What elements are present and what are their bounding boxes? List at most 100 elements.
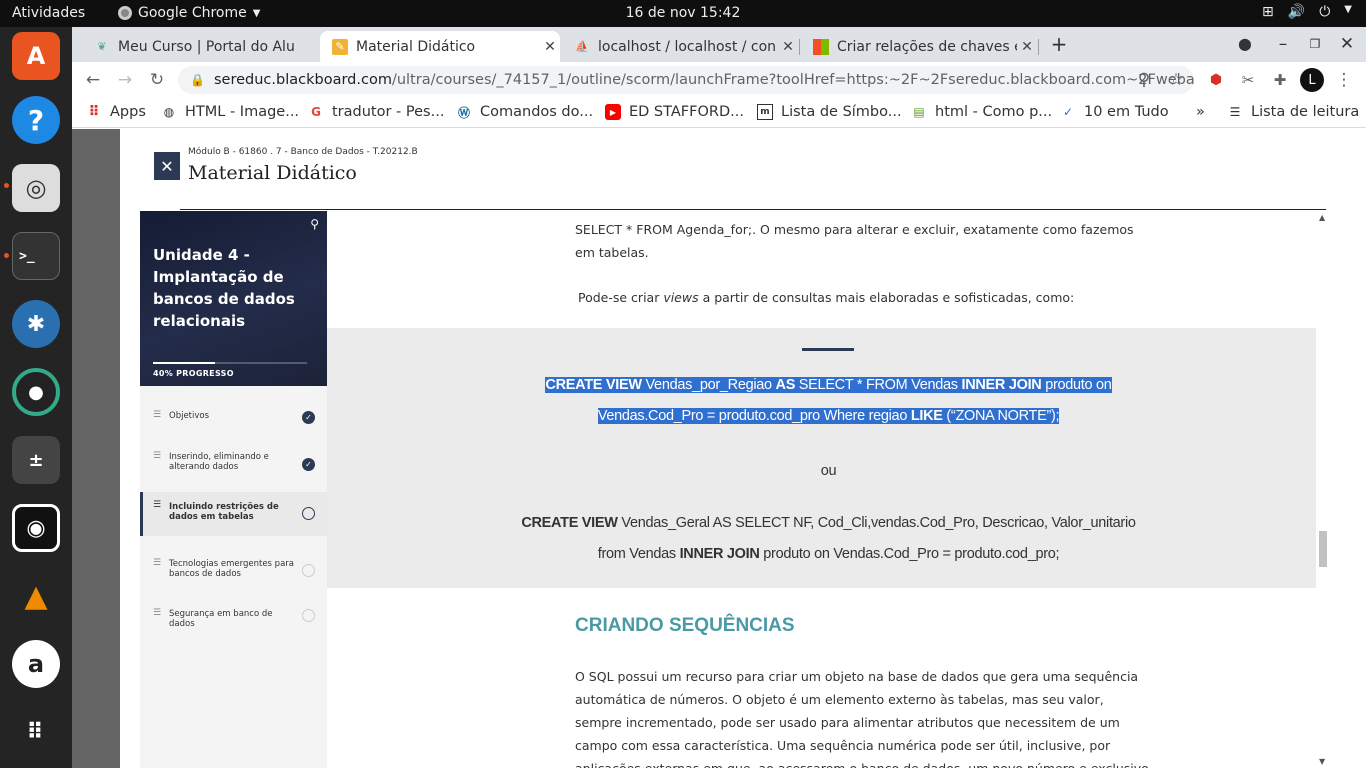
- phpmyadmin-icon: ⛵: [575, 40, 589, 53]
- unit-banner: ⚲ Unidade 4 - Implantação de bancos de d…: [140, 211, 327, 386]
- bookmark-label: Comandos do...: [480, 104, 594, 120]
- paragraph-line: campo com essa característica. Uma sequê…: [575, 738, 1111, 753]
- search-icon[interactable]: ⚲: [310, 217, 319, 231]
- url-host: sereduc.blackboard.com: [214, 72, 392, 88]
- close-tab-icon[interactable]: ✕: [540, 39, 560, 55]
- scrollbar-thumb[interactable]: [1319, 531, 1327, 567]
- forward-icon[interactable]: →: [113, 68, 137, 92]
- extension-icon[interactable]: ✂: [1236, 68, 1260, 92]
- bookmark-label: tradutor - Pes...: [332, 104, 445, 120]
- material-modal: ✕ Módulo B - 61860 . 7 - Banco de Dados …: [120, 129, 1366, 768]
- modal-header: ✕ Módulo B - 61860 . 7 - Banco de Dados …: [120, 129, 1366, 210]
- minimize-icon[interactable]: –: [1271, 32, 1295, 56]
- or-separator: ou: [820, 463, 837, 479]
- workspace-icon[interactable]: ✱: [12, 300, 60, 348]
- sql-keyword: CREATE VIEW: [545, 377, 642, 393]
- bookmark-apps[interactable]: ⠿ Apps: [86, 104, 146, 120]
- shield-extension-icon[interactable]: ⬢: [1204, 68, 1228, 92]
- sidebar-item-tecnologias[interactable]: ☰ Tecnologias emergentes para bancos de …: [140, 554, 327, 600]
- show-apps-icon[interactable]: ⠿: [12, 708, 60, 756]
- tab-search-icon[interactable]: ⬤: [1233, 32, 1257, 56]
- more-menu-icon[interactable]: ⋮: [1332, 68, 1356, 92]
- maximize-icon[interactable]: ❐: [1303, 32, 1327, 56]
- amazon-icon[interactable]: a: [12, 640, 60, 688]
- camera-icon[interactable]: ◉: [12, 504, 60, 552]
- progress-bar: [153, 362, 307, 364]
- lesson-sidebar: ⚲ Unidade 4 - Implantação de bancos de d…: [140, 211, 327, 768]
- bookmark-lista-simbolos[interactable]: m Lista de Símbo...: [757, 104, 902, 120]
- bookmark-ed-stafford[interactable]: ▶ ED STAFFORD...: [605, 104, 744, 120]
- lesson-content: SELECT * FROM Agenda_for;. O mesmo para …: [327, 211, 1330, 768]
- scroll-down-icon[interactable]: ▼: [1319, 757, 1325, 766]
- bookmark-html-image[interactable]: ◍ HTML - Image...: [161, 104, 299, 120]
- new-tab-icon[interactable]: +: [1047, 32, 1071, 56]
- sidebar-item-inserindo[interactable]: ☰ Inserindo, eliminando e alterando dado…: [140, 447, 327, 493]
- paragraph-line: aplicações externas em que, ao acessarem…: [575, 757, 1149, 768]
- close-window-icon[interactable]: ✕: [1335, 32, 1359, 56]
- breadcrumb: Módulo B - 61860 . 7 - Banco de Dados - …: [188, 147, 418, 157]
- volume-icon: 🔊: [1287, 4, 1306, 20]
- dock: A ? ◎ >_ ✱ ● ± ◉ ▲ a ⠿: [0, 27, 72, 768]
- tab-meu-curso[interactable]: ❦ Meu Curso | Portal do Alu: [82, 31, 318, 62]
- paragraph-line: sempre incrementado, pode ser usado para…: [575, 715, 1120, 730]
- sql-text: produto on Vendas.Cod_Pro = produto.cod_…: [759, 546, 1060, 562]
- close-modal-button[interactable]: ✕: [154, 152, 180, 180]
- sidebar-item-seguranca[interactable]: ☰ Segurança em banco de dados: [140, 604, 327, 650]
- scroll-up-icon[interactable]: ▲: [1319, 213, 1325, 222]
- bookmark-star-icon[interactable]: ☆: [1164, 68, 1188, 92]
- reading-list-button[interactable]: ☰ Lista de leitura: [1227, 104, 1360, 120]
- current-circle-icon: [302, 507, 315, 520]
- bookmark-comandos[interactable]: Ⓦ Comandos do...: [456, 104, 593, 120]
- sidebar-item-objetivos[interactable]: ☰ Objetivos ✓: [140, 406, 327, 452]
- zoom-icon[interactable]: ⚲: [1132, 68, 1156, 92]
- google-icon: G: [311, 105, 321, 119]
- paragraph-line: automática de números. O objeto é um ele…: [575, 692, 1104, 707]
- empty-circle-icon: [302, 609, 315, 622]
- system-top-bar: Atividades Google Chrome ▼ 16 de nov 15:…: [0, 0, 1366, 27]
- check-circle-icon: ✓: [302, 458, 315, 471]
- tab-criar-relacoes[interactable]: Criar relações de chaves e ✕: [801, 31, 1037, 62]
- help-icon[interactable]: ?: [12, 96, 60, 144]
- tab-material-didatico[interactable]: ✎ Material Didático ✕: [320, 31, 560, 62]
- menu-lines-icon: ☰: [153, 451, 162, 461]
- system-tray[interactable]: ⊞ 🔊 ⏻ ▼: [1262, 4, 1352, 20]
- vlc-icon[interactable]: ▲: [12, 572, 60, 620]
- leaf-icon: ❦: [97, 40, 107, 53]
- bookmark-label: Apps: [110, 104, 146, 120]
- wordpress-icon: Ⓦ: [457, 105, 470, 120]
- menu-lines-icon: ☰: [153, 608, 162, 618]
- network-icon: ⊞: [1262, 4, 1274, 20]
- close-tab-icon[interactable]: ✕: [1017, 39, 1037, 55]
- bookmark-tradutor[interactable]: G tradutor - Pes...: [308, 104, 444, 120]
- clock[interactable]: 16 de nov 15:42: [0, 5, 1366, 21]
- menu-lines-icon: ☰: [153, 410, 162, 420]
- tab-separator: [799, 39, 800, 55]
- code-line: from Vendas INNER JOIN produto on Vendas…: [327, 539, 1330, 570]
- unit-title: Unidade 4 - Implantação de bancos de dad…: [153, 246, 295, 330]
- address-bar[interactable]: 🔒 sereduc.blackboard.com/ultra/courses/_…: [178, 66, 1194, 94]
- bookmark-html-como[interactable]: ▤ html - Como p...: [911, 104, 1052, 120]
- close-tab-icon[interactable]: ✕: [778, 39, 798, 55]
- sidebar-item-label: Objetivos: [169, 411, 210, 421]
- reload-icon[interactable]: ↻: [145, 68, 169, 92]
- content-scrollbar[interactable]: ▲ ▼: [1316, 211, 1330, 768]
- profile-avatar[interactable]: L: [1300, 68, 1324, 92]
- bookmarks-overflow-button[interactable]: »: [1196, 104, 1205, 120]
- sidebar-item-incluindo[interactable]: ☰ Incluindo restrições de dados em tabel…: [140, 492, 327, 536]
- tab-localhost[interactable]: ⛵ localhost / localhost / con ✕: [562, 31, 798, 62]
- back-icon[interactable]: ←: [81, 68, 105, 92]
- sidebar-item-label: Incluindo restrições de dados em tabelas: [169, 502, 279, 522]
- software-center-icon[interactable]: A: [12, 32, 60, 80]
- camera-lens-icon[interactable]: ●: [12, 368, 60, 416]
- bookmark-label: 10 em Tudo: [1084, 104, 1169, 120]
- sql-text: Vendas.Cod_Pro = produto.cod_pro Where r…: [597, 408, 911, 424]
- screenshot-search-icon[interactable]: ◎: [12, 164, 60, 212]
- calculator-icon[interactable]: ±: [12, 436, 60, 484]
- sql-text: from Vendas: [597, 546, 680, 562]
- running-indicator: [4, 183, 9, 188]
- bookmark-label: Lista de Símbo...: [781, 104, 902, 120]
- puzzle-extensions-icon[interactable]: ✚: [1268, 68, 1292, 92]
- menu-lines-icon: ☰: [153, 558, 162, 568]
- bookmark-10-em-tudo[interactable]: ✓ 10 em Tudo: [1060, 104, 1169, 120]
- terminal-icon[interactable]: >_: [12, 232, 60, 280]
